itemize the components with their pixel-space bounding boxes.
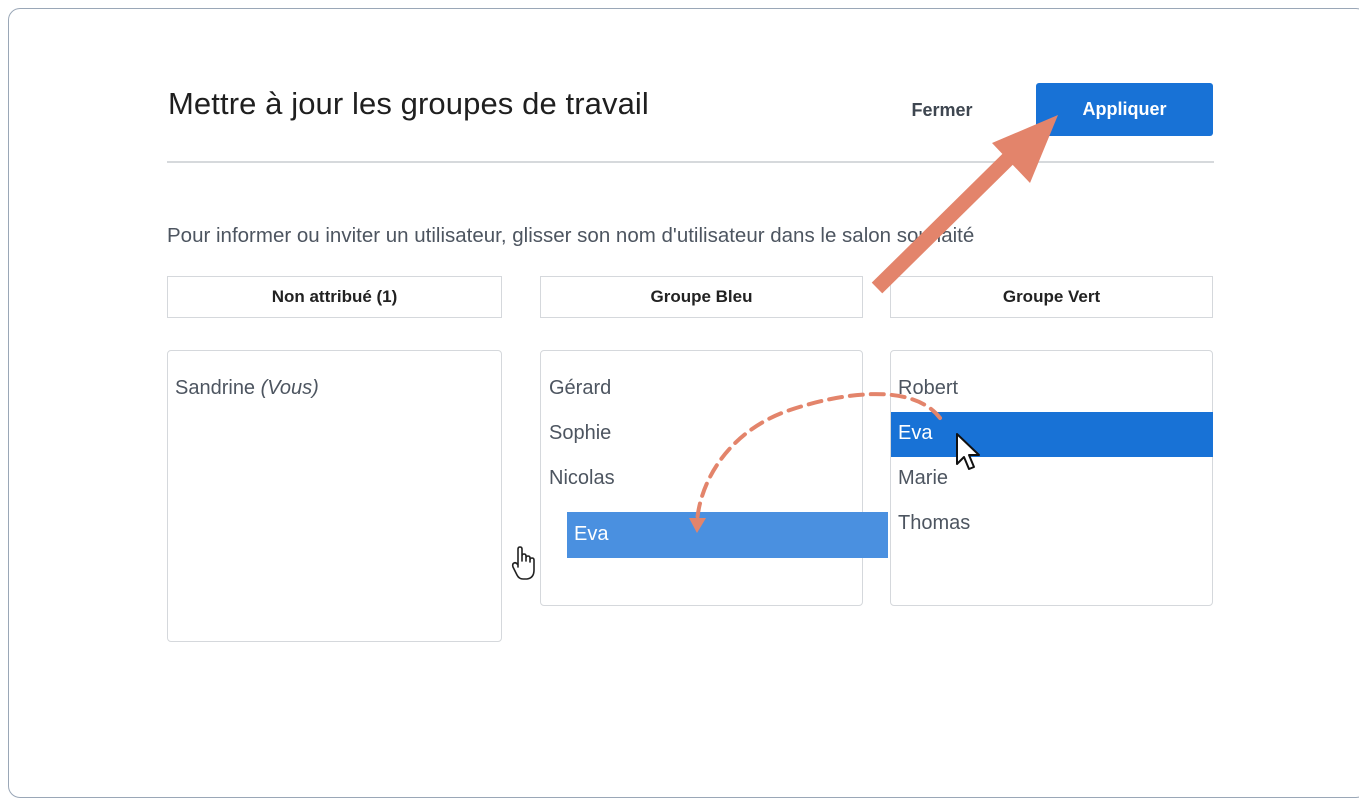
list-item-robert[interactable]: Robert bbox=[898, 377, 958, 400]
list-item-thomas[interactable]: Thomas bbox=[898, 512, 970, 535]
list-item-gerard[interactable]: Gérard bbox=[549, 377, 611, 400]
instruction-text: Pour informer ou inviter un utilisateur,… bbox=[167, 224, 975, 247]
list-item-sophie[interactable]: Sophie bbox=[549, 422, 611, 445]
column-header-unassigned: Non attribué (1) bbox=[167, 276, 502, 318]
selected-row-highlight[interactable] bbox=[891, 412, 1213, 457]
column-header-green-group: Groupe Vert bbox=[890, 276, 1213, 318]
list-item-nicolas[interactable]: Nicolas bbox=[549, 467, 615, 490]
list-item-eva-selected[interactable]: Eva bbox=[898, 422, 932, 445]
header-divider bbox=[167, 161, 1214, 163]
drag-ghost-label: Eva bbox=[574, 523, 609, 545]
apply-button[interactable]: Appliquer bbox=[1036, 83, 1213, 136]
list-item-marie[interactable]: Marie bbox=[898, 467, 948, 490]
drag-ghost bbox=[567, 512, 888, 558]
close-button[interactable]: Fermer bbox=[882, 84, 1002, 136]
self-label: (Vous) bbox=[260, 377, 319, 399]
page-title: Mettre à jour les groupes de travail bbox=[168, 86, 649, 121]
member-name: Sandrine bbox=[175, 377, 256, 399]
arrow-cursor-icon bbox=[956, 433, 980, 470]
hand-pointer-icon bbox=[511, 546, 535, 580]
column-header-blue-group: Groupe Bleu bbox=[540, 276, 863, 318]
list-item-sandrine[interactable]: Sandrine (Vous) bbox=[175, 377, 319, 400]
